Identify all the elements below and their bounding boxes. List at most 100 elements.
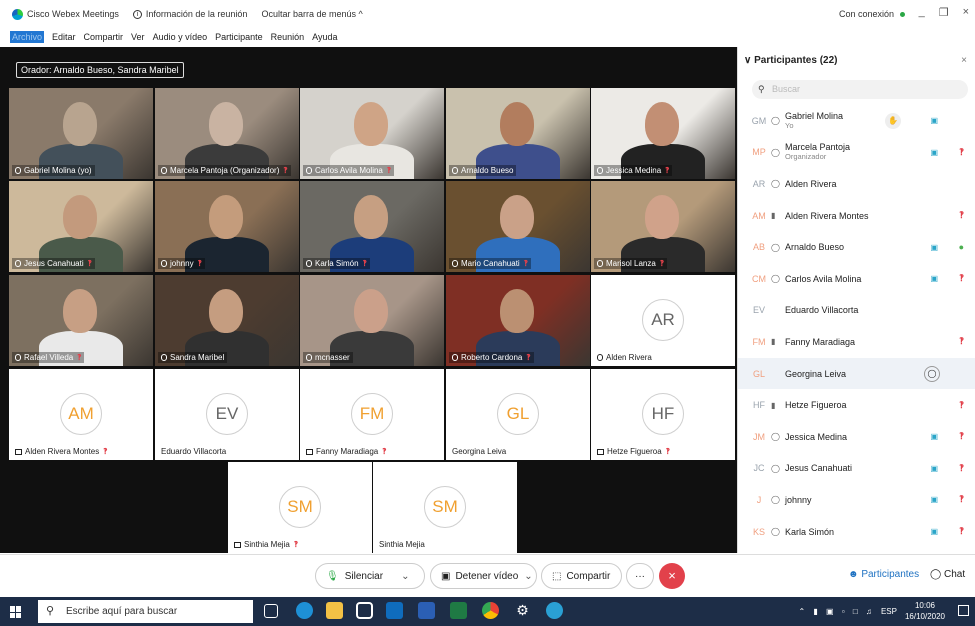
close-window-button[interactable]: × xyxy=(963,6,969,19)
participant-video-tile[interactable]: Marisol Lanza ‽ xyxy=(591,181,735,272)
menu-item[interactable]: Reunión xyxy=(271,32,305,42)
menu-item[interactable]: Ver xyxy=(131,32,145,42)
muted-mic-icon[interactable]: ‽ xyxy=(959,147,964,158)
muted-mic-icon[interactable]: ‽ xyxy=(959,463,964,474)
settings-gear-icon[interactable]: ⚙ xyxy=(514,602,531,619)
participant-row[interactable]: AB ◯ Arnaldo Bueso ▣ ● xyxy=(738,231,975,263)
participant-row[interactable]: CM ◯ Carlos Avila Molina ▣ ‽ xyxy=(738,263,975,295)
tile-name-text: Rafael Villeda xyxy=(24,353,74,362)
participant-video-tile[interactable]: Rafael Villeda ‽ xyxy=(9,275,153,366)
participant-avatar-tile[interactable]: FM Fanny Maradiaga ‽ xyxy=(300,369,444,460)
share-button[interactable]: ⬚ Compartir xyxy=(541,563,622,589)
menu-item[interactable]: Archivo xyxy=(10,30,45,43)
mute-button[interactable]: 🎙 Silenciar ⌄ xyxy=(315,563,425,589)
hide-menu-button[interactable]: Ocultar barra de menús ^ xyxy=(261,9,362,19)
minimize-button[interactable]: _ xyxy=(919,6,925,19)
tile-name-label: Gabriel Molina (yo) xyxy=(12,165,95,176)
menu-item[interactable]: Compartir xyxy=(84,32,124,42)
participant-avatar-tile[interactable]: HF Hetze Figueroa ‽ xyxy=(591,369,735,460)
muted-mic-icon[interactable]: ‽ xyxy=(959,273,964,284)
end-meeting-button[interactable]: × xyxy=(659,563,685,589)
participant-video-tile[interactable]: Sandra Maribel xyxy=(155,275,299,366)
participant-row[interactable]: GM ◯ Gabriel Molina Yo ✋ ▣ xyxy=(738,105,975,137)
chat-toggle-button[interactable]: ◯ Chat xyxy=(930,569,965,580)
participant-avatar-tile[interactable]: SM Sinthia Mejia xyxy=(373,462,517,553)
participants-panel-title[interactable]: ∨ Participantes (22) xyxy=(744,55,837,66)
mic-icon xyxy=(306,354,312,361)
participant-video-tile[interactable]: johnny ‽ xyxy=(155,181,299,272)
tray-icons[interactable]: ⌃ ▮ ▣ ▫ □ ♫ xyxy=(798,607,874,616)
chat-bubble-icon[interactable]: ◯ xyxy=(924,365,940,382)
participant-initials: MP xyxy=(752,147,766,158)
participant-row[interactable]: GL Georgina Leiva ◯ xyxy=(738,357,975,390)
device-icon: ▮ xyxy=(771,211,776,221)
muted-mic-icon[interactable]: ‽ xyxy=(959,526,964,537)
search-placeholder: Buscar xyxy=(772,84,801,94)
muted-mic-icon[interactable]: ‽ xyxy=(959,431,964,442)
edge-icon[interactable] xyxy=(296,602,313,619)
panel-close-button[interactable]: × xyxy=(961,55,967,66)
muted-mic-icon[interactable]: ‽ xyxy=(959,336,964,347)
meeting-info-button[interactable]: i Información de la reunión xyxy=(132,9,247,19)
tile-name-text: Marisol Lanza xyxy=(606,259,656,268)
excel-icon[interactable] xyxy=(450,602,467,619)
outlook-icon[interactable] xyxy=(386,602,403,619)
participant-row[interactable]: JM ◯ Jessica Medina ▣ ‽ xyxy=(738,421,975,453)
chevron-down-icon: ⌄ xyxy=(524,570,533,582)
more-options-button[interactable]: ··· xyxy=(626,563,654,589)
participant-video-tile[interactable]: mcnasser xyxy=(300,275,444,366)
chrome-icon[interactable] xyxy=(482,602,499,619)
participant-video-tile[interactable]: Arnaldo Bueso xyxy=(446,88,590,179)
taskbar-search-input[interactable]: ⚲ Escribe aquí para buscar xyxy=(38,600,253,623)
participant-row[interactable]: EV Eduardo Villacorta xyxy=(738,295,975,327)
participant-avatar-tile[interactable]: EV Eduardo Villacorta xyxy=(155,369,299,460)
participant-row[interactable]: JC ◯ Jesus Canahuati ▣ ‽ xyxy=(738,453,975,485)
windows-start-icon[interactable] xyxy=(10,606,22,618)
task-view-icon[interactable] xyxy=(264,604,278,618)
file-explorer-icon[interactable] xyxy=(326,602,343,619)
participant-video-tile[interactable]: Gabriel Molina (yo) xyxy=(9,88,153,179)
menu-item[interactable]: Audio y vídeo xyxy=(153,32,208,42)
muted-mic-icon[interactable]: ‽ xyxy=(959,400,964,411)
participant-video-tile[interactable]: Roberto Cardona ‽ xyxy=(446,275,590,366)
restore-button[interactable]: ❐ xyxy=(939,6,949,19)
menu-item[interactable]: Participante xyxy=(215,32,263,42)
participant-avatar-tile[interactable]: AR Alden Rivera xyxy=(591,275,735,366)
participant-video-tile[interactable]: Karla Simón ‽ xyxy=(300,181,444,272)
participant-row[interactable]: HF ▮ Hetze Figueroa ‽ xyxy=(738,389,975,421)
stop-video-button[interactable]: ▣ Detener vídeo ⌄ xyxy=(430,563,537,589)
participant-video-tile[interactable]: Carlos Avila Molina ‽ xyxy=(300,88,444,179)
participant-video-tile[interactable]: Marcela Pantoja (Organizador) ‽ xyxy=(155,88,299,179)
participant-avatar-tile[interactable]: GL Georgina Leiva xyxy=(446,369,590,460)
participants-toggle-button[interactable]: ☻ Participantes xyxy=(848,569,919,580)
store-icon[interactable] xyxy=(356,602,373,619)
webex-taskbar-icon[interactable] xyxy=(546,602,563,619)
menu-item[interactable]: Ayuda xyxy=(312,32,337,42)
participant-row[interactable]: AM ▮ Alden Rivera Montes ‽ xyxy=(738,200,975,232)
participant-row[interactable]: AR ◯ Alden Rivera xyxy=(738,168,975,200)
participant-video-tile[interactable]: Jessica Medina ‽ xyxy=(591,88,735,179)
word-icon[interactable] xyxy=(418,602,435,619)
participant-avatar-tile[interactable]: AM Alden Rivera Montes ‽ xyxy=(9,369,153,460)
language-indicator[interactable]: ESP xyxy=(881,607,897,616)
menu-item[interactable]: Editar xyxy=(52,32,76,42)
raise-hand-icon[interactable]: ✋ xyxy=(885,112,901,129)
participant-video-tile[interactable]: Mario Canahuati ‽ xyxy=(446,181,590,272)
clock[interactable]: 10:06 16/10/2020 xyxy=(905,600,945,622)
active-mic-icon[interactable]: ● xyxy=(959,242,964,252)
participants-title-text: Participantes (22) xyxy=(754,55,838,66)
initials-avatar: GL xyxy=(497,393,539,435)
participant-row[interactable]: MP ◯ Marcela Pantoja Organizador ▣ ‽ xyxy=(738,137,975,169)
participant-video-tile[interactable]: Jesus Canahuati ‽ xyxy=(9,181,153,272)
muted-mic-icon[interactable]: ‽ xyxy=(959,210,964,221)
participant-row[interactable]: J ◯ johnny ▣ ‽ xyxy=(738,484,975,516)
person-head xyxy=(645,195,679,239)
participant-avatar-tile[interactable]: SM Sinthia Mejia ‽ xyxy=(228,462,372,553)
participant-row[interactable]: KS ◯ Karla Simón ▣ ‽ xyxy=(738,516,975,548)
device-icon xyxy=(234,541,241,548)
muted-mic-icon: ‽ xyxy=(77,353,82,362)
muted-mic-icon[interactable]: ‽ xyxy=(959,494,964,505)
participant-row[interactable]: FM ▮ Fanny Maradiaga ‽ xyxy=(738,326,975,358)
participant-search-input[interactable]: ⚲ Buscar xyxy=(752,80,968,99)
notification-icon[interactable] xyxy=(958,605,969,616)
